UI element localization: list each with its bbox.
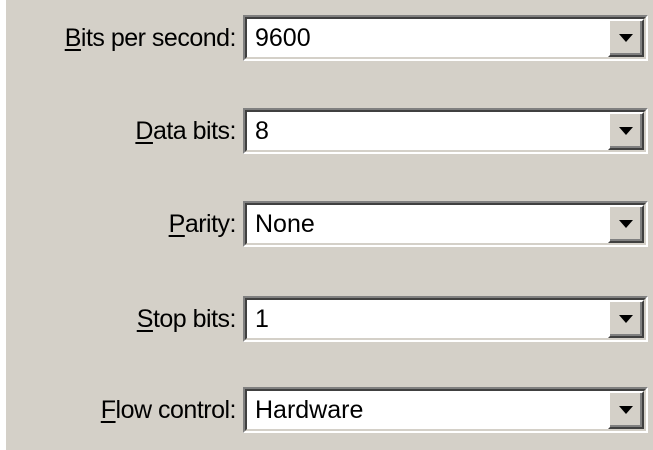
data-bits-label-text: ata bits: [152, 117, 237, 145]
parity-mnemonic: P [168, 210, 186, 238]
flow-control-dropdown-button[interactable] [608, 391, 644, 429]
data-bits-select[interactable]: 8 [243, 108, 648, 154]
stop-bits-mnemonic: S [136, 305, 154, 333]
data-bits-field: 8 [245, 110, 646, 152]
parity-select[interactable]: None [243, 201, 648, 247]
stop-bits-value: 1 [255, 305, 269, 333]
flow-control-select[interactable]: Hardware [243, 387, 648, 433]
bits-per-second-field: 9600 [245, 17, 646, 59]
parity-dropdown-button[interactable] [608, 205, 644, 243]
stop-bits-row: Stop bits: 1 [6, 289, 653, 349]
stop-bits-field: 1 [245, 298, 646, 340]
bits-per-second-mnemonic: B [64, 24, 82, 52]
flow-control-label-text: low control: [115, 396, 237, 424]
flow-control-mnemonic: F [100, 396, 116, 424]
parity-label-text: arity: [184, 210, 237, 238]
data-bits-dropdown-button[interactable] [608, 112, 644, 150]
chevron-down-icon [619, 127, 633, 135]
port-settings-panel: Bits per second: 9600 Data bits: 8 Parit… [6, 0, 653, 450]
parity-value: None [255, 210, 315, 238]
data-bits-value: 8 [255, 117, 269, 145]
bits-per-second-dropdown-button[interactable] [608, 19, 644, 57]
data-bits-label: Data bits: [135, 101, 236, 161]
data-bits-mnemonic: D [135, 117, 153, 145]
parity-label: Parity: [168, 194, 237, 254]
parity-row: Parity: None [6, 194, 653, 254]
flow-control-label: Flow control: [100, 380, 237, 440]
bits-per-second-label-text: its per second: [80, 24, 237, 52]
chevron-down-icon [619, 34, 633, 42]
flow-control-row: Flow control: Hardware [6, 380, 653, 440]
bits-per-second-label: Bits per second: [64, 8, 237, 68]
chevron-down-icon [619, 406, 633, 414]
bits-per-second-select[interactable]: 9600 [243, 15, 648, 61]
stop-bits-label-text: top bits: [152, 305, 237, 333]
bits-per-second-value: 9600 [255, 24, 311, 52]
stop-bits-label: Stop bits: [136, 289, 237, 349]
stop-bits-select[interactable]: 1 [243, 296, 648, 342]
chevron-down-icon [619, 220, 633, 228]
chevron-down-icon [619, 315, 633, 323]
flow-control-field: Hardware [245, 389, 646, 431]
stop-bits-dropdown-button[interactable] [608, 300, 644, 338]
parity-field: None [245, 203, 646, 245]
data-bits-row: Data bits: 8 [6, 101, 653, 161]
bits-per-second-row: Bits per second: 9600 [6, 8, 653, 68]
flow-control-value: Hardware [255, 396, 364, 424]
